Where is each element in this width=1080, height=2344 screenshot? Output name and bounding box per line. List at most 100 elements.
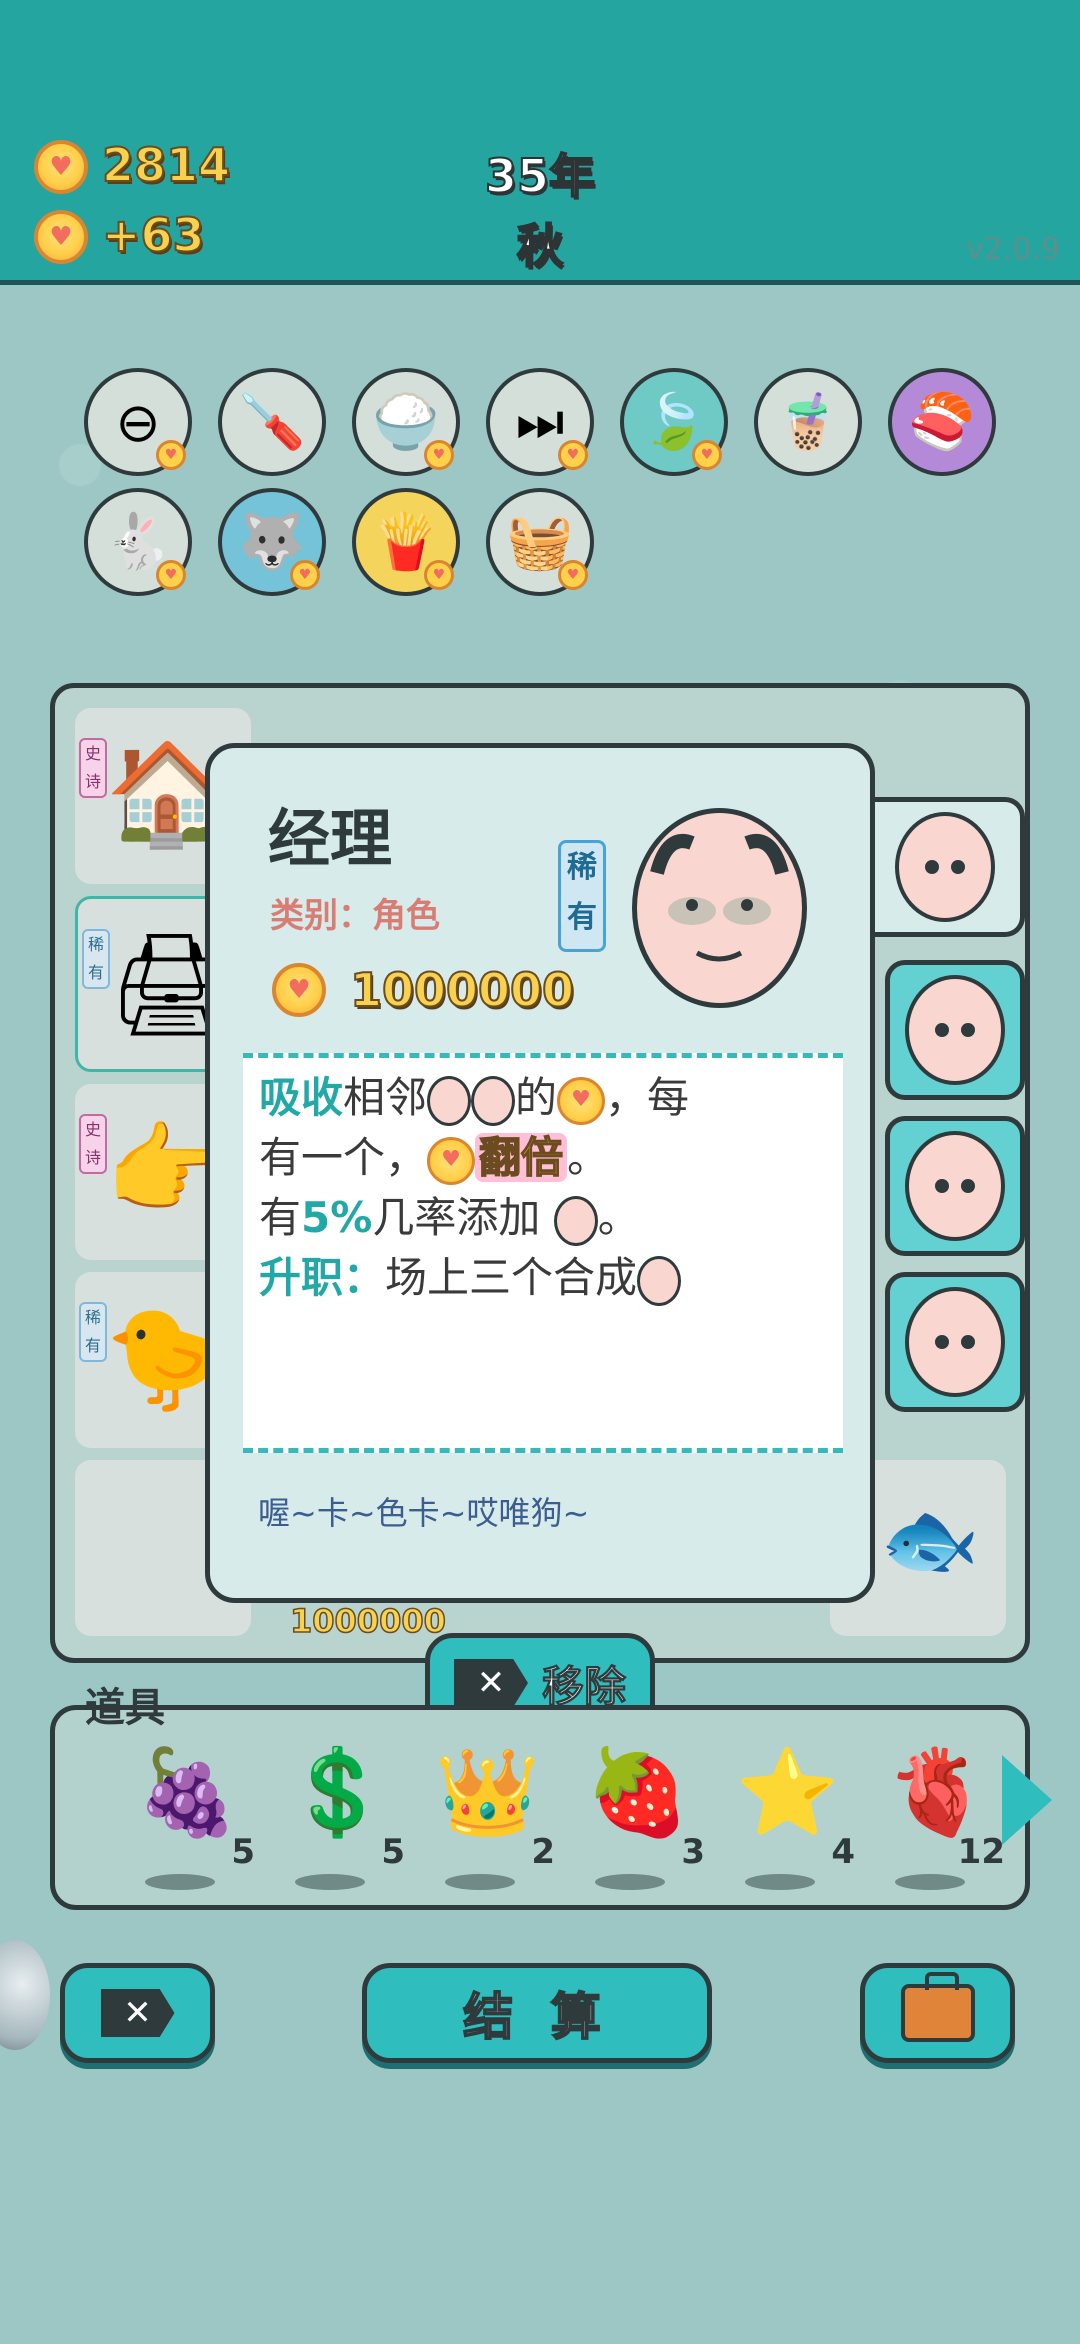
- coin-icon: ♥: [557, 1076, 606, 1125]
- strawberry-icon: 🍓: [585, 1743, 690, 1841]
- item-strawberry[interactable]: 🍓 3: [565, 1743, 705, 1890]
- inventory-button[interactable]: [860, 1963, 1015, 2063]
- items-next-arrow-icon[interactable]: [1002, 1755, 1052, 1845]
- coin-income: +63: [101, 207, 206, 263]
- item-liver[interactable]: 🫀 12: [865, 1750, 1005, 1890]
- relic-leaf[interactable]: 🍃 ♥: [620, 368, 728, 476]
- item-count: 5: [231, 1832, 255, 1872]
- item-shadow: [895, 1874, 965, 1890]
- bald-man-face-icon: [895, 812, 995, 922]
- manager-portrait: [632, 808, 807, 1008]
- koi-fish-icon: 🐟: [880, 1493, 980, 1586]
- item-count: 4: [831, 1832, 855, 1872]
- item-description: 吸收相邻的 ♥ ，每 有一个， ♥ 翻倍。 有5%几率添加 。 升职：场上三个合成: [243, 1053, 843, 1453]
- briefcase-icon: [900, 1972, 975, 2042]
- item-shadow: [595, 1874, 665, 1890]
- desc-text: ，每: [605, 1073, 690, 1122]
- coin-icon: ♥: [427, 1136, 476, 1185]
- old-man-face-icon: [427, 1075, 472, 1126]
- relic-bubble-tea[interactable]: 🧋: [754, 368, 862, 476]
- skip-icon: ⏭: [515, 390, 565, 453]
- item-dollar-coin[interactable]: 💲 5: [265, 1743, 405, 1890]
- relic-fruit-basket[interactable]: 🧺 ♥: [486, 488, 594, 596]
- bald-glasses-face-icon: [905, 1287, 1005, 1397]
- item-shadow: [295, 1874, 365, 1890]
- star-icon: ⭐: [735, 1743, 840, 1841]
- item-bayberry[interactable]: 🍇 5: [115, 1743, 255, 1890]
- item-count: 5: [381, 1832, 405, 1872]
- coin-badge-icon: ♥: [558, 560, 588, 590]
- rarity-tag: 稀有: [558, 840, 606, 952]
- sushi-icon: 🍣: [908, 390, 976, 453]
- coin-icon: ♥: [34, 140, 88, 194]
- coin-badge-icon: ♥: [692, 440, 722, 470]
- relic-husky[interactable]: 🐺 ♥: [218, 488, 326, 596]
- desc-keyword-double: 翻倍: [475, 1132, 568, 1183]
- desc-text: 。: [567, 1133, 610, 1182]
- items-label: 道具: [85, 1685, 165, 1731]
- tab-manager[interactable]: [870, 797, 1025, 937]
- screwdriver-icon: 🪛: [238, 390, 306, 453]
- relic-sushi[interactable]: 🍣: [888, 368, 996, 476]
- desc-keyword-promote: 升职：: [259, 1253, 386, 1302]
- price-coin-icon: ♥: [272, 963, 326, 1017]
- desc-text: 的: [515, 1073, 558, 1122]
- relic-fries[interactable]: 🍟 ♥: [352, 488, 460, 596]
- relic-rabbit[interactable]: 🐇 ♥: [84, 488, 192, 596]
- remove-x-icon: ✕: [453, 1659, 528, 1707]
- coin-badge-icon: ♥: [290, 560, 320, 590]
- item-shadow: [145, 1874, 215, 1890]
- desc-chance-value: 5%: [301, 1193, 373, 1242]
- coin-badge-icon: ♥: [156, 560, 186, 590]
- bald-face-icon: [471, 1075, 516, 1126]
- tab-character-worker[interactable]: [885, 1116, 1025, 1256]
- coin-badge-icon: ♥: [156, 440, 186, 470]
- delete-button[interactable]: ✕: [60, 1963, 215, 2063]
- item-category: 类别：角色: [270, 896, 440, 936]
- version-label: v2.0.9: [965, 232, 1060, 267]
- tab-character-boss[interactable]: [885, 1272, 1025, 1412]
- season-label: 秋: [516, 218, 564, 274]
- board-price: 1000000: [289, 1601, 446, 1641]
- items-bar: 🍇 5 💲 5 👑 2 🍓 3 ⭐ 4 🫀 12: [50, 1705, 1030, 1910]
- desc-text: 几率添加: [372, 1193, 541, 1242]
- bayberry-icon: 🍇: [135, 1743, 240, 1841]
- desc-text: 。: [597, 1193, 640, 1242]
- item-detail-popup: 经理 类别：角色 稀有 ♥ 1000000 吸收相邻的 ♥ ，每 有一个， ♥ 翻倍。 …: [205, 743, 875, 1603]
- rarity-tag: 史诗: [79, 738, 107, 798]
- delete-x-icon: ✕: [100, 1989, 175, 2037]
- relic-no-entry[interactable]: ⊖ ♥: [84, 368, 192, 476]
- relic-rice-bowl[interactable]: 🍚 ♥: [352, 368, 460, 476]
- item-count: 12: [957, 1832, 1005, 1872]
- item-title: 经理: [268, 802, 393, 875]
- young-man-face-icon: [553, 1195, 598, 1246]
- relic-screwdriver[interactable]: 🪛: [218, 368, 326, 476]
- settle-button[interactable]: 结 算: [362, 1963, 712, 2063]
- item-crown[interactable]: 👑 2: [415, 1743, 555, 1890]
- desc-text: 场上三个合成: [385, 1253, 638, 1302]
- item-flavor-quote: 喔~卡~色卡~哎唯狗~: [258, 1494, 590, 1532]
- item-shadow: [745, 1874, 815, 1890]
- relic-skip[interactable]: ⏭ ♥: [486, 368, 594, 476]
- coin-badge-icon: ♥: [558, 440, 588, 470]
- bubble-tea-icon: 🧋: [774, 390, 842, 453]
- tab-character-glasses[interactable]: [885, 960, 1025, 1100]
- manager-face-icon: [650, 834, 789, 962]
- coin-income-icon: ♥: [34, 210, 88, 264]
- item-count: 3: [681, 1832, 705, 1872]
- year-label: 35年: [484, 148, 596, 204]
- desc-text: 相邻: [343, 1073, 428, 1122]
- coin-badge-icon: ♥: [424, 560, 454, 590]
- rarity-tag: 史诗: [79, 1114, 107, 1174]
- bald-glasses-face-icon: [637, 1255, 682, 1306]
- dollar-coin-icon: 💲: [285, 1743, 390, 1841]
- item-star[interactable]: ⭐ 4: [715, 1743, 855, 1890]
- rarity-tag: 稀有: [82, 929, 110, 989]
- desc-text: 有: [259, 1193, 302, 1242]
- old-man-glasses-face-icon: [905, 975, 1005, 1085]
- top-bar: ♥ 2814 ♥ +63 35年 秋 v2.0.9: [0, 0, 1080, 285]
- coin-total: 2814: [101, 137, 231, 193]
- crown-icon: 👑: [435, 1743, 540, 1841]
- item-count: 2: [531, 1832, 555, 1872]
- desc-keyword-absorb: 吸收: [259, 1073, 344, 1122]
